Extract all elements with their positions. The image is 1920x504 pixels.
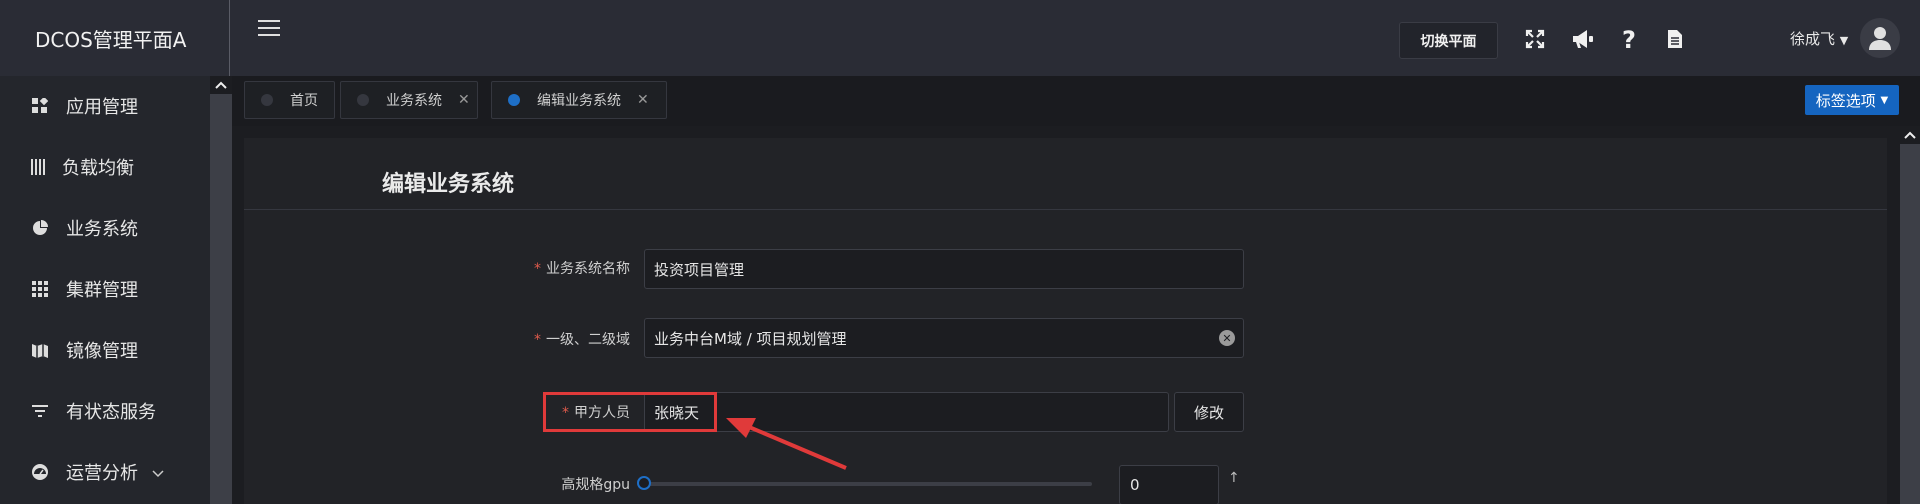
domain-label: * 一级、二级域 — [520, 329, 630, 349]
scroll-up-icon[interactable] — [210, 76, 232, 94]
caret-down-icon: ▼ — [1839, 34, 1849, 47]
sidebar-item-app-management[interactable]: 应用管理 — [0, 76, 210, 136]
required-mark: * — [534, 332, 541, 348]
highlight-box — [543, 392, 717, 432]
tab-label: 编辑业务系统 — [537, 93, 621, 109]
document-icon[interactable] — [1662, 26, 1688, 52]
tab-dot-icon — [261, 94, 273, 106]
gpu-label: 高规格gpu — [561, 477, 630, 493]
close-icon[interactable]: ✕ — [637, 92, 649, 108]
sidebar-item-label: 负载均衡 — [62, 158, 134, 179]
sidebar-item-cluster-management[interactable]: 集群管理 — [0, 259, 210, 319]
tab-bar: 首页 业务系统 ✕ 编辑业务系统 ✕ — [232, 76, 1920, 126]
tab-business-systems[interactable]: 业务系统 ✕ — [340, 81, 478, 119]
dots-grid-icon — [30, 279, 50, 299]
help-icon[interactable]: ? — [1616, 26, 1642, 52]
tab-dot-icon — [357, 94, 369, 106]
tab-edit-business-system[interactable]: 编辑业务系统 ✕ — [491, 81, 667, 119]
sidebar-item-operations-analysis[interactable]: 运营分析 — [0, 442, 210, 502]
menu-toggle-icon[interactable] — [258, 20, 280, 40]
sidebar-item-label: 业务系统 — [66, 219, 138, 240]
domain-select[interactable]: 业务中台M域 / 项目规划管理 — [644, 318, 1244, 358]
gpu-slider-thumb[interactable] — [637, 476, 651, 490]
increment-icon[interactable]: ↑ — [1228, 470, 1240, 486]
map-icon — [30, 340, 50, 360]
clear-icon[interactable]: ✕ — [1219, 330, 1235, 346]
pie-icon — [30, 218, 50, 238]
annotation-arrow-icon — [726, 418, 847, 470]
required-mark: * — [534, 261, 541, 277]
bars-icon — [28, 157, 48, 177]
sidebar: 应用管理 负载均衡 业务系统 集群管理 镜像管理 有状态服务 运营分析 — [0, 76, 210, 504]
sidebar-item-business-systems[interactable]: 业务系统 — [0, 198, 210, 258]
caret-down-icon: ▼ — [1880, 94, 1889, 106]
avatar[interactable] — [1860, 18, 1900, 58]
sidebar-item-stateful-services[interactable]: 有状态服务 — [0, 381, 210, 441]
tag-options-button[interactable]: 标签选项 ▼ — [1805, 85, 1899, 115]
sidebar-scrollbar[interactable] — [210, 76, 232, 504]
app-grid-icon — [30, 96, 50, 116]
user-name: 徐成飞 — [1790, 30, 1836, 48]
tab-home[interactable]: 首页 — [244, 81, 335, 119]
chevron-down-icon — [152, 462, 164, 483]
page-title: 编辑业务系统 — [382, 172, 515, 197]
top-header: DCOS管理平面A 切换平面 ? 徐成飞 ▼ — [0, 0, 1920, 76]
svg-text:?: ? — [1622, 27, 1636, 51]
filter-icon — [30, 401, 50, 421]
tab-label: 首页 — [290, 93, 318, 109]
system-name-input[interactable]: 投资项目管理 — [644, 249, 1244, 289]
sidebar-item-label: 集群管理 — [66, 280, 138, 301]
content-scrollbar[interactable] — [1900, 126, 1920, 504]
app-title: DCOS管理平面A — [0, 0, 230, 76]
tab-label: 业务系统 — [386, 93, 442, 109]
system-name-label-text: 业务系统名称 — [546, 261, 630, 277]
switch-plane-button[interactable]: 切换平面 — [1399, 22, 1498, 59]
system-name-label: * 业务系统名称 — [520, 258, 630, 278]
sidebar-item-label: 运营分析 — [66, 463, 138, 484]
modify-button[interactable]: 修改 — [1174, 392, 1244, 432]
fullscreen-icon[interactable] — [1522, 26, 1548, 52]
close-icon[interactable]: ✕ — [458, 92, 470, 108]
user-menu[interactable]: 徐成飞 ▼ — [1790, 28, 1848, 49]
dashboard-icon — [30, 462, 50, 482]
megaphone-icon[interactable] — [1570, 26, 1596, 52]
scroll-up-icon[interactable] — [1900, 126, 1920, 144]
panel-header: 编辑业务系统 — [244, 138, 1887, 210]
tab-dot-icon — [508, 94, 520, 106]
sidebar-item-label: 有状态服务 — [66, 402, 156, 423]
sidebar-item-label: 应用管理 — [66, 97, 138, 118]
sidebar-item-image-management[interactable]: 镜像管理 — [0, 320, 210, 380]
tag-options-label: 标签选项 — [1815, 91, 1876, 110]
domain-label-text: 一级、二级域 — [546, 332, 630, 348]
sidebar-item-load-balancing[interactable]: 负载均衡 — [0, 137, 210, 197]
gpu-slider-track[interactable] — [640, 482, 1092, 486]
sidebar-item-label: 镜像管理 — [66, 341, 138, 362]
gpu-number-input[interactable]: 0 — [1119, 465, 1219, 504]
